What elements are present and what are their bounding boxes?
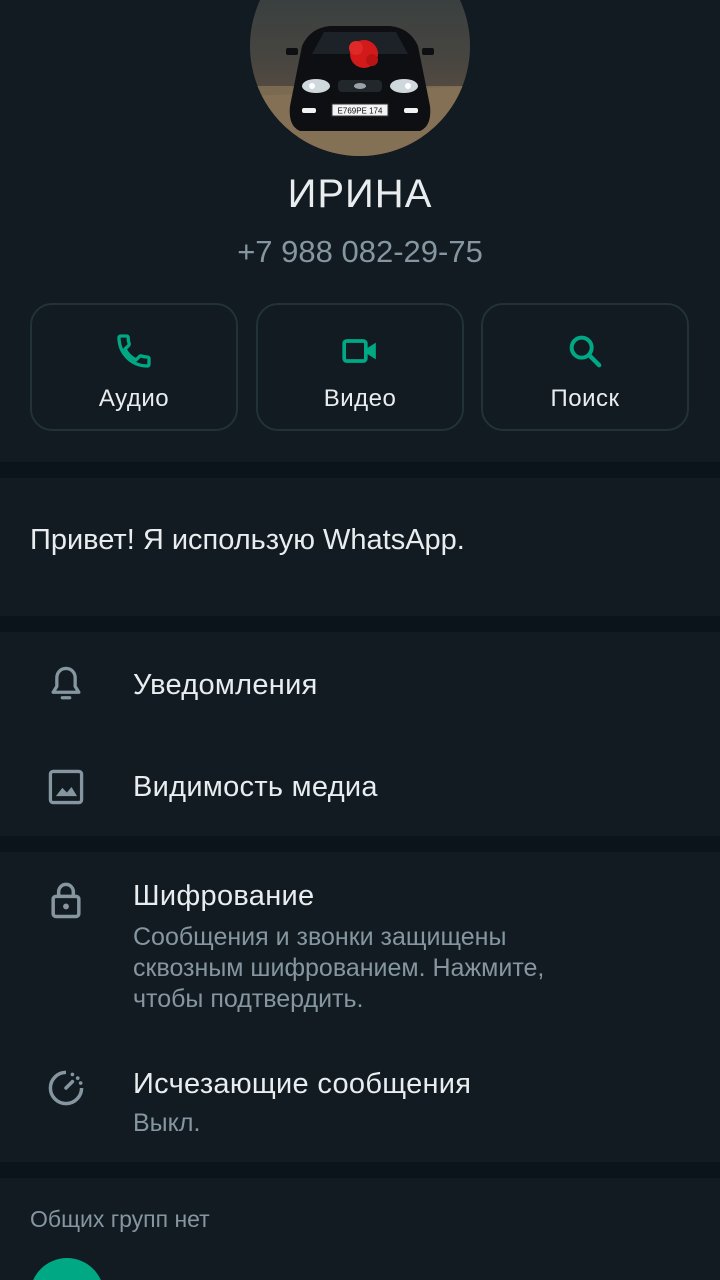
contact-avatar[interactable]: E769PE 174	[250, 0, 470, 156]
encryption-subtitle-line-1: Сообщения и звонки защищены	[133, 923, 507, 951]
disappearing-messages-title: Исчезающие сообщения	[133, 1068, 472, 1100]
audio-call-label: Аудио	[98, 385, 170, 412]
video-call-button[interactable]: Видео	[256, 303, 464, 431]
avatar-car-photo: E769PE 174	[250, 0, 470, 156]
encryption-subtitle-line-2: сквозным шифрованием. Нажмите,	[133, 954, 545, 982]
media-visibility-title: Видимость медиа	[133, 771, 378, 803]
contact-info-screen: E769PE 174 ИРИНА +7 988 082-29-75 Аудио	[0, 0, 720, 1280]
timer-icon	[48, 1070, 84, 1106]
encryption-subtitle-line-3: чтобы подтвердить.	[133, 985, 364, 1013]
disappearing-messages-row[interactable]	[0, 1040, 720, 1162]
bell-icon	[51, 666, 81, 700]
phone-icon	[117, 334, 151, 368]
disappearing-messages-status: Выкл.	[133, 1109, 201, 1137]
common-groups-title: Общих групп нет	[30, 1206, 210, 1232]
video-call-label: Видео	[323, 385, 397, 412]
license-plate-text: E769PE 174	[338, 107, 383, 116]
notifications-title: Уведомления	[133, 669, 318, 701]
notifications-row[interactable]	[0, 632, 720, 734]
contact-name: ИРИНА	[287, 172, 433, 216]
image-icon	[48, 769, 84, 805]
search-button[interactable]: Поиск	[481, 303, 689, 431]
profile-header: E769PE 174 ИРИНА +7 988 082-29-75 Аудио	[0, 0, 720, 462]
search-icon	[569, 335, 602, 368]
search-label: Поиск	[550, 385, 620, 412]
audio-call-button[interactable]: Аудио	[30, 303, 238, 431]
video-camera-icon	[342, 339, 376, 363]
about-status-text: Привет! Я использую WhatsApp.	[30, 524, 465, 556]
contact-phone: +7 988 082-29-75	[237, 234, 483, 269]
encryption-title: Шифрование	[133, 880, 315, 912]
lock-icon	[51, 882, 81, 919]
encryption-subtitle: Сообщения и звонки защищены сквозным шиф…	[133, 922, 633, 1015]
